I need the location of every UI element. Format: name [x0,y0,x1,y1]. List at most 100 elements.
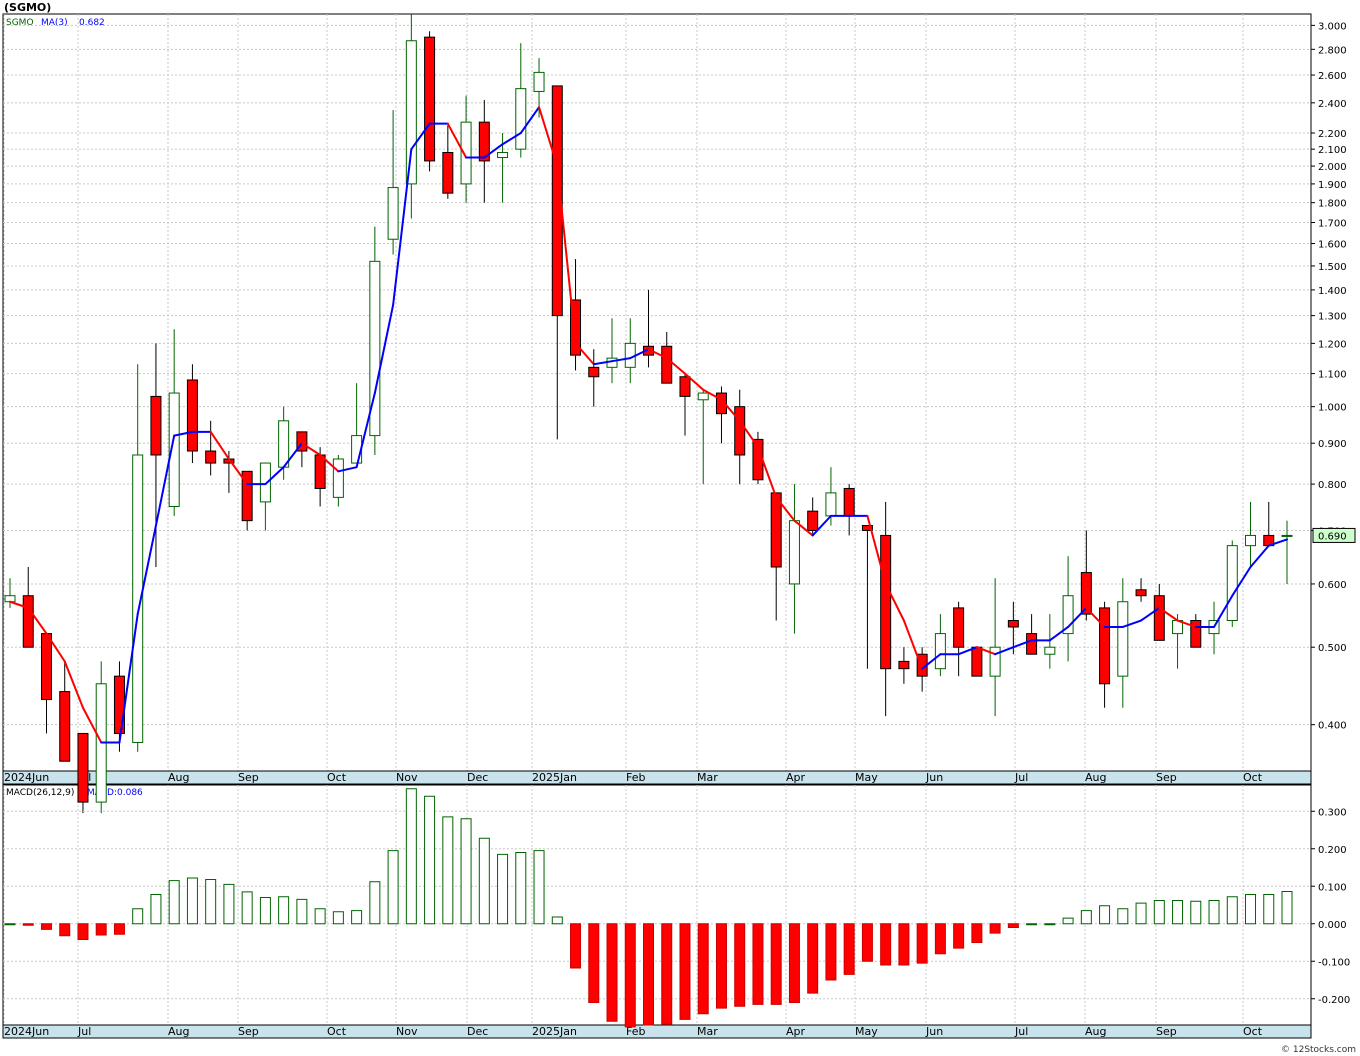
candle-body [1044,646,1056,655]
macd-bar [551,916,563,925]
macd-bar [588,923,600,1003]
macd-bar [59,923,71,937]
chart-title: (SGMO) [4,1,51,14]
x-axis-label: Mar [697,1025,718,1038]
candle-body [1245,534,1257,547]
macd-bar [296,898,308,925]
x-axis-band [2,770,1312,785]
x-axis-label: Oct [327,771,347,784]
price-y-tick-label: 2.400 [1318,99,1347,110]
macd-y-tick-label: -0.100 [1318,957,1350,968]
candle-body [770,492,782,568]
x-axis-label: Mar [697,771,718,784]
macd-bar [1245,894,1257,925]
candle-body [205,450,217,464]
x-axis-label: Nov [396,771,418,784]
macd-bar [314,908,326,925]
macd-bar [1044,923,1056,926]
candle-body [332,458,344,498]
macd-bar [424,795,436,925]
macd-bar [1190,900,1202,925]
x-axis-label: Aug [168,771,189,784]
macd-bar [861,923,873,962]
macd-y-tick-label: -0.200 [1318,995,1350,1006]
macd-bar [405,788,417,925]
x-axis-label: Oct [1243,771,1263,784]
price-y-tick-label: 1.000 [1318,403,1347,414]
macd-bar [1208,900,1220,925]
macd-bar [533,850,545,925]
macd-bar [1281,891,1293,925]
price-y-tick-label: 1.100 [1318,370,1347,381]
last-price-tag: 0.690 [1312,527,1356,543]
x-axis-label: Feb [626,771,645,784]
macd-bar [497,853,509,925]
macd-bar [1007,923,1019,928]
price-y-tick-label: 1.600 [1318,240,1347,251]
x-axis-label: Sep [238,771,259,784]
macd-bar [715,923,727,1009]
candle-body [989,646,1001,677]
macd-bar [241,891,253,925]
candle-body [259,462,271,503]
macd-bar [205,879,217,925]
candle-body [661,345,673,384]
price-y-tick-label: 0.900 [1318,439,1347,450]
price-y-tick-label: 2.600 [1318,71,1347,82]
price-y-tick-label: 1.700 [1318,219,1347,230]
candle-body [1153,595,1165,641]
x-axis-label: Jun [925,1025,943,1038]
candle-body [77,732,89,803]
macd-bar [788,923,800,1003]
x-axis-label: Apr [786,771,806,784]
macd-bar [278,896,290,925]
candle-body [1099,607,1111,685]
macd-bar [332,911,344,925]
candle-body [186,379,198,452]
macd-bar [132,908,144,925]
candle-body [697,392,709,401]
x-axis-label: 2025Jan [532,1025,577,1038]
macd-bar [460,818,472,925]
x-axis-label: May [855,1025,878,1038]
macd-bar [679,923,691,1020]
macd-bar [843,923,855,975]
macd-bar [989,923,1001,934]
x-axis-label: Jun [925,771,943,784]
price-y-tick-label: 3.000 [1318,21,1347,32]
x-axis-label: Dec [467,771,488,784]
macd-y-tick-label: 0.000 [1318,920,1347,931]
macd-bar [369,881,381,925]
price-y-tick-label: 0.600 [1318,580,1347,591]
price-y-tick-label: 1.800 [1318,199,1347,210]
macd-bar [259,897,271,925]
candle-body [314,454,326,489]
macd-legend-value: MACD:0.086 [87,788,143,798]
price-legend: SGMO MA(3) 0.682 [6,18,105,28]
price-y-tick-label: 2.000 [1318,162,1347,173]
macd-bar [150,894,162,925]
macd-bar [1080,910,1092,925]
macd-bar [807,923,819,994]
candle-body [515,88,527,150]
candle-body [1135,589,1147,597]
macd-y-tick-label: 0.100 [1318,882,1347,893]
x-axis-label: Aug [168,1025,189,1038]
candle-body [22,595,34,648]
candle-body [971,646,983,677]
macd-bar [734,923,746,1007]
stock-chart: (SGMO) SGMO MA(3) 0.682 MACD(26,12,9) MA… [0,0,1360,1056]
macd-bar [1135,902,1147,925]
macd-bar [898,923,910,966]
candle-body [934,633,946,670]
candle-body [734,406,746,456]
x-axis-label: Sep [1156,771,1177,784]
candle-body [1190,620,1202,648]
candle-body [497,151,509,159]
macd-bar [387,850,399,925]
price-y-tick-label: 2.800 [1318,45,1347,56]
price-y-tick-label: 0.500 [1318,643,1347,654]
macd-bar [1062,917,1074,925]
candle-body [788,520,800,585]
x-axis-label: Aug [1085,1025,1106,1038]
